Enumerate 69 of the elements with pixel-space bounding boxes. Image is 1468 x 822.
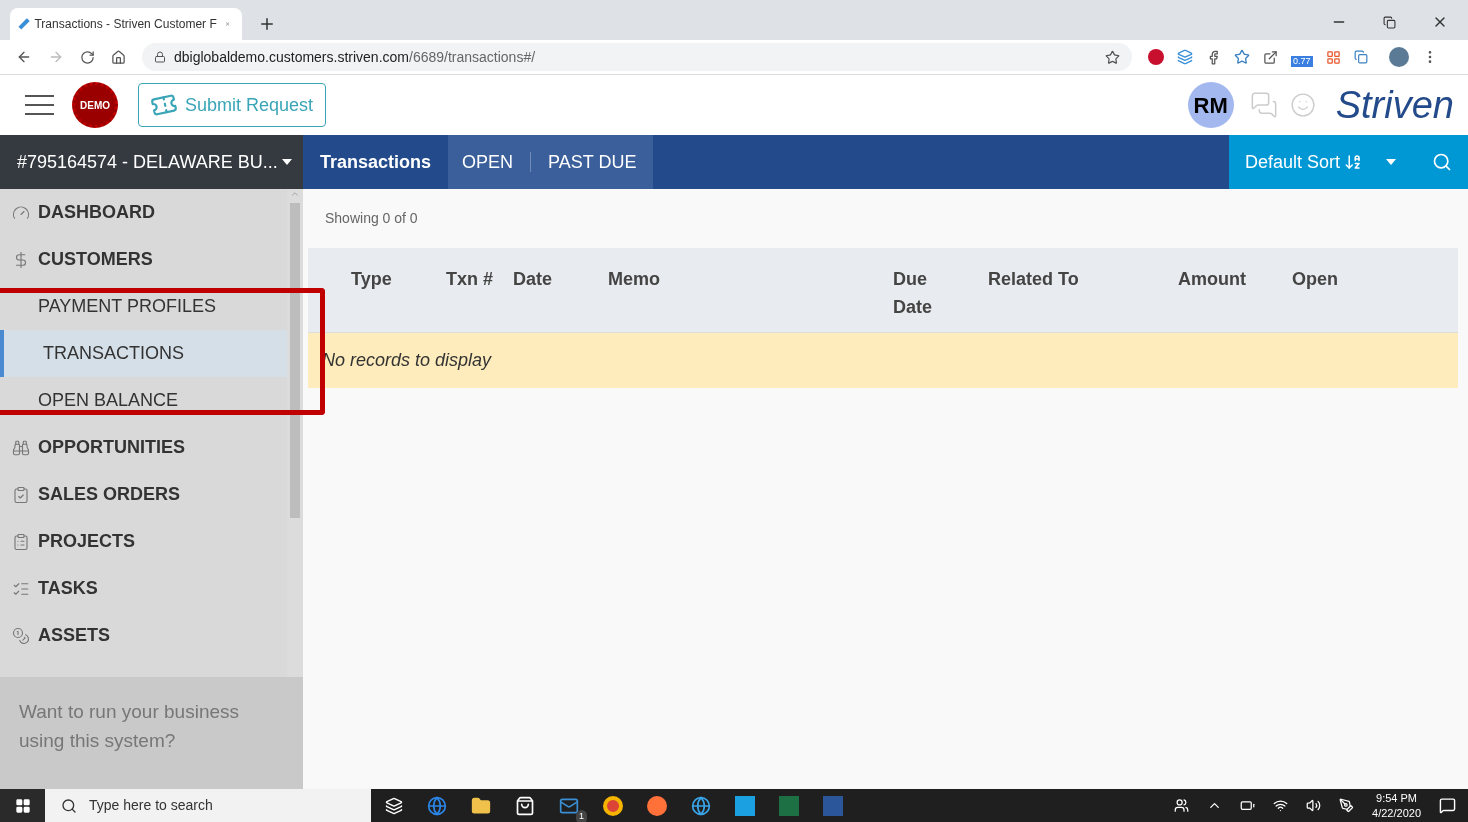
reload-icon[interactable] bbox=[80, 49, 95, 65]
sidebar-item[interactable]: ASSETS bbox=[0, 612, 287, 659]
sidebar-item[interactable]: OPPORTUNITIES bbox=[0, 424, 287, 471]
windows-icon[interactable] bbox=[1353, 50, 1368, 64]
sidebar-item[interactable]: CUSTOMERS bbox=[0, 236, 287, 283]
coins-icon bbox=[12, 626, 30, 645]
search-icon[interactable] bbox=[1432, 152, 1452, 172]
sidebar-subitem[interactable]: TRANSACTIONS bbox=[0, 330, 287, 377]
sidebar-item[interactable]: TASKS bbox=[0, 565, 287, 612]
back-icon[interactable] bbox=[16, 49, 32, 65]
store-icon[interactable] bbox=[515, 795, 535, 816]
search-icon bbox=[61, 797, 77, 814]
sidebar-item[interactable]: PROJECTS bbox=[0, 518, 287, 565]
record-count: Showing 0 of 0 bbox=[324, 209, 419, 228]
caret-icon bbox=[281, 159, 292, 165]
sidebar-subitem[interactable]: PAYMENT PROFILES bbox=[0, 283, 287, 330]
url-text: dbiglobaldemo.customers.striven.com/6689/transactions#/ bbox=[174, 47, 536, 67]
extension-icon[interactable] bbox=[1325, 49, 1341, 65]
sidebar-subitem[interactable]: OPEN BALANCE bbox=[0, 377, 287, 424]
gauge-icon bbox=[12, 203, 30, 222]
sidebar-item[interactable]: DASHBOARD bbox=[0, 189, 287, 236]
tab-title: Transactions - Striven Customer F bbox=[34, 16, 217, 33]
column-header[interactable]: Type bbox=[308, 265, 446, 293]
column-header[interactable]: Due Date bbox=[893, 265, 953, 321]
extension-icon[interactable] bbox=[1177, 49, 1193, 65]
restore-icon[interactable] bbox=[1383, 15, 1396, 29]
column-header[interactable]: Amount bbox=[1178, 265, 1292, 293]
sort-az-icon bbox=[1344, 153, 1363, 171]
column-header[interactable]: Txn # bbox=[446, 265, 513, 293]
pen-icon[interactable] bbox=[1339, 798, 1355, 813]
caret-icon[interactable] bbox=[1386, 159, 1397, 165]
user-avatar[interactable]: RM bbox=[1187, 82, 1234, 128]
people-icon[interactable] bbox=[1174, 798, 1190, 813]
home-icon[interactable] bbox=[111, 49, 126, 65]
nav-tab[interactable]: Transactions bbox=[303, 135, 449, 189]
column-header[interactable]: Open bbox=[1292, 265, 1392, 293]
menu-button[interactable] bbox=[25, 95, 54, 115]
task-view-icon[interactable] bbox=[385, 796, 403, 815]
account-selector[interactable]: #795164574 - DELAWARE BU... bbox=[0, 135, 303, 189]
speed-extension-badge[interactable]: 0.77 bbox=[1291, 55, 1313, 67]
clock[interactable]: 9:54 PM 4/22/2020 bbox=[1372, 790, 1421, 821]
browser-tab[interactable]: Transactions - Striven Customer F bbox=[10, 8, 242, 40]
start-button[interactable] bbox=[0, 789, 45, 822]
battery-icon[interactable] bbox=[1240, 798, 1256, 813]
external-link-icon[interactable] bbox=[1263, 49, 1278, 65]
taskbar-search-field[interactable]: Type here to search bbox=[45, 789, 371, 822]
site-favicon-icon bbox=[18, 18, 31, 30]
clipboard-check-icon bbox=[12, 485, 30, 504]
new-tab-icon[interactable] bbox=[258, 15, 276, 33]
sidebar-item[interactable]: SALES ORDERS bbox=[0, 471, 287, 518]
wifi-icon[interactable] bbox=[1273, 798, 1289, 813]
nav-tab[interactable]: PAST DUE bbox=[531, 135, 654, 189]
column-header[interactable]: Date bbox=[513, 265, 608, 293]
star-extension-icon[interactable] bbox=[1234, 49, 1250, 65]
folder-icon[interactable] bbox=[471, 795, 491, 816]
nav-tab[interactable]: OPEN bbox=[448, 135, 531, 189]
binoculars-icon bbox=[12, 438, 30, 457]
striven-logo[interactable]: Striven bbox=[1335, 86, 1454, 124]
volume-icon[interactable] bbox=[1306, 798, 1322, 813]
notifications-icon[interactable] bbox=[1439, 797, 1456, 814]
mail-count-badge: 1 bbox=[576, 810, 587, 822]
clipboard-list-icon bbox=[12, 532, 30, 551]
windows-logo-icon bbox=[14, 797, 31, 814]
address-bar[interactable]: dbiglobaldemo.customers.striven.com/6689/transactions#/ bbox=[142, 43, 1132, 71]
demo-badge: DEMO bbox=[72, 82, 118, 128]
column-header[interactable]: Memo bbox=[608, 265, 893, 293]
column-header[interactable]: Related To bbox=[988, 265, 1178, 293]
lock-icon bbox=[154, 51, 166, 63]
bookmark-star-icon[interactable] bbox=[1105, 49, 1120, 65]
